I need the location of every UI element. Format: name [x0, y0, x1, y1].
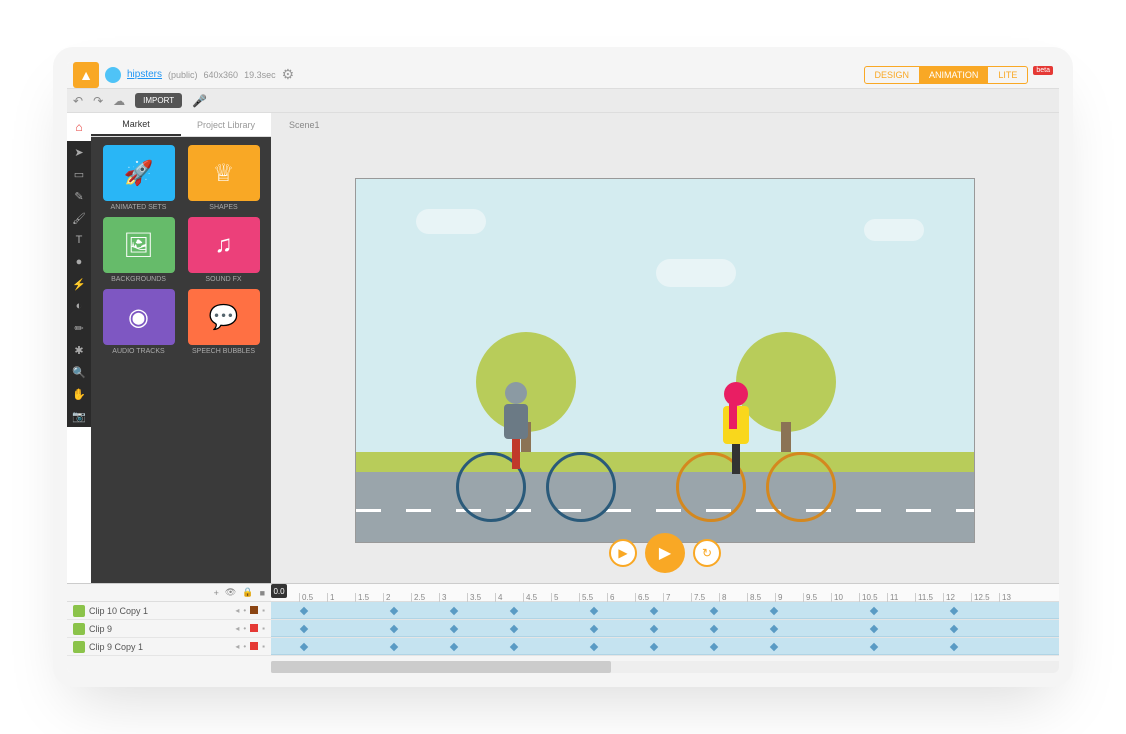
hand-tool-icon[interactable]: ✋	[72, 387, 86, 401]
pointer-tool-icon[interactable]: ➤	[72, 145, 86, 159]
track-row[interactable]: Clip 9 Copy 1◂•▪	[67, 638, 1059, 656]
shape-tool-icon[interactable]: ●	[72, 255, 86, 269]
market-icon[interactable]: ⌂	[67, 113, 91, 141]
category-shapes[interactable]: ♕SHAPES	[184, 145, 263, 211]
action-toolbar: ↶ ↷ ☁ IMPORT 🎤	[67, 89, 1059, 113]
project-duration: 19.3sec	[244, 70, 276, 80]
undo-icon[interactable]: ↶	[73, 94, 83, 108]
mask-tool-icon[interactable]: ◐	[72, 299, 86, 313]
select-tool-icon[interactable]: ▭	[72, 167, 86, 181]
tab-market[interactable]: Market	[91, 113, 181, 136]
project-visibility: (public)	[168, 70, 198, 80]
mode-animation[interactable]: ANIMATION	[919, 67, 988, 83]
lock-icon[interactable]: 🔒	[242, 587, 253, 598]
project-dimensions: 640x360	[204, 70, 239, 80]
side-panel: Market Project Library 🚀ANIMATED SETS♕SH…	[91, 113, 271, 583]
tab-library[interactable]: Project Library	[181, 113, 271, 136]
topbar: ▲ hipsters (public) 640x360 19.3sec ⚙ DE…	[67, 61, 1059, 89]
category-sound-fx[interactable]: ♫SOUND FX	[184, 217, 263, 283]
category-backgrounds[interactable]: 🖼BACKGROUNDS	[99, 217, 178, 283]
add-layer-icon[interactable]: +	[214, 588, 219, 598]
zoom-tool-icon[interactable]: 🔍	[72, 365, 86, 379]
category-audio-tracks[interactable]: ◉AUDIO TRACKS	[99, 289, 178, 355]
eyedrop-tool-icon[interactable]: ✏	[72, 321, 86, 335]
brush-tool-icon[interactable]: 🖌	[72, 211, 86, 225]
timeline: + 👁 🔒 ■ 0.0 0.511.522.533.544.555.566.57…	[67, 583, 1059, 673]
eye-icon[interactable]: 👁	[225, 587, 236, 598]
timeline-scrollbar[interactable]	[271, 661, 611, 673]
effect-tool-icon[interactable]: ⚡	[72, 277, 86, 291]
track-row[interactable]: Clip 9◂•▪	[67, 620, 1059, 638]
cloud-save-icon[interactable]: ☁	[113, 94, 125, 108]
canvas[interactable]	[355, 178, 975, 543]
beta-badge: beta	[1033, 66, 1053, 75]
timeline-header-controls: + 👁 🔒 ■	[67, 584, 271, 601]
square-icon[interactable]: ■	[260, 588, 265, 598]
play-controls: ▶ ▶ ↻	[609, 533, 721, 573]
cloud-shape	[864, 219, 924, 241]
road-shape	[356, 472, 974, 542]
app-logo[interactable]: ▲	[73, 62, 99, 88]
settings-icon[interactable]: ⚙	[282, 66, 295, 83]
mode-tabs: DESIGN ANIMATION LITE	[864, 66, 1029, 84]
user-avatar[interactable]	[105, 67, 121, 83]
project-name[interactable]: hipsters	[127, 69, 162, 80]
category-animated-sets[interactable]: 🚀ANIMATED SETS	[99, 145, 178, 211]
step-back-button[interactable]: ▶	[609, 539, 637, 567]
mode-design[interactable]: DESIGN	[865, 67, 920, 83]
track-row[interactable]: Clip 10 Copy 1◂•▪	[67, 602, 1059, 620]
camera-tool-icon[interactable]: 📷	[72, 409, 86, 423]
bone-tool-icon[interactable]: ✱	[72, 343, 86, 357]
redo-icon[interactable]: ↷	[93, 94, 103, 108]
import-button[interactable]: IMPORT	[135, 93, 182, 108]
tool-strip: ➤ ▭ ✎ 🖌 T ● ⚡ ◐ ✏ ✱ 🔍 ✋ 📷	[67, 141, 91, 427]
loop-button[interactable]: ↻	[693, 539, 721, 567]
scene-tab[interactable]: Scene1	[277, 117, 332, 133]
play-button[interactable]: ▶	[645, 533, 685, 573]
playhead-marker[interactable]: 0.0	[271, 584, 287, 598]
cloud-shape	[416, 209, 486, 234]
text-tool-icon[interactable]: T	[72, 233, 86, 247]
cloud-shape	[656, 259, 736, 287]
category-speech-bubbles[interactable]: 💬SPEECH BUBBLES	[184, 289, 263, 355]
mode-lite[interactable]: LITE	[988, 67, 1027, 83]
pen-tool-icon[interactable]: ✎	[72, 189, 86, 203]
timeline-ruler[interactable]: 0.0 0.511.522.533.544.555.566.577.588.59…	[271, 584, 1059, 601]
mic-icon[interactable]: 🎤	[192, 94, 207, 108]
tree-shape	[736, 332, 836, 462]
